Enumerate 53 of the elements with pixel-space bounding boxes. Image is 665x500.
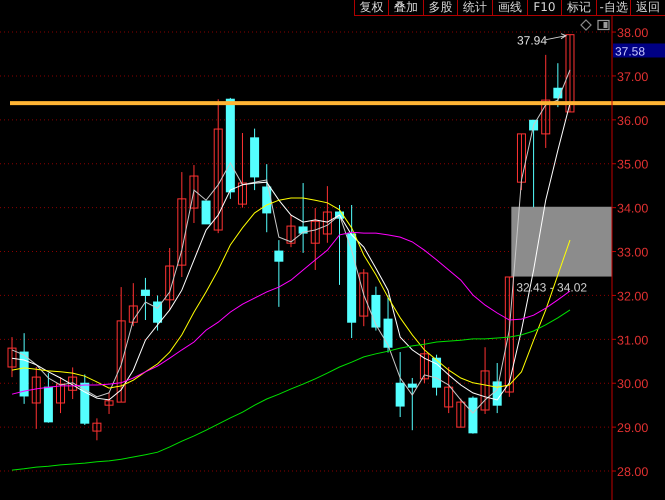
axis-label: 30.00 [617,377,648,392]
candlestick [68,366,78,400]
axis-label: 31.00 [617,333,648,348]
price-label: 37.94 [516,34,547,48]
candlestick [444,366,454,414]
diamond-icon[interactable] [580,19,592,31]
candlestick [140,277,150,321]
candlestick [468,396,478,434]
candlestick [56,376,66,414]
candlestick [153,294,162,332]
axis-label: 34.00 [617,202,648,216]
candlestick [432,354,442,396]
candlestick [8,336,16,378]
candlestick [128,282,138,327]
candlestick [359,268,368,327]
candlestick [250,128,260,191]
panel-icon[interactable] [597,20,610,30]
candlestick [420,338,429,384]
candlestick [456,398,466,428]
candlestick [92,418,102,441]
candlestick [189,164,198,224]
candlestick [480,346,490,414]
leader-arrow [545,33,568,40]
axis-label: 29.00 [617,421,648,436]
candlestick [286,214,296,248]
axis-label: 32.00 [617,289,648,304]
candlestick [384,294,393,353]
candlestick [80,374,90,426]
axis-label: 28.00 [617,465,648,480]
candlestick [553,62,562,108]
candlestick [371,286,380,332]
axis-label: 37.00 [617,70,648,84]
candlestick [492,362,502,414]
candlestick [408,377,417,431]
candlestick [322,186,332,244]
candlestick [516,133,526,191]
candlestick [396,352,405,418]
candlestick [104,392,114,414]
candlestick [165,248,174,310]
axis-label: 38.00 [617,26,648,40]
candlestick [262,164,272,233]
candlestick [32,366,41,430]
candlestick [20,332,29,404]
candlestick [202,200,211,224]
price-tag: 37.58 [613,43,665,58]
candlestick [274,240,284,308]
candlestick [44,372,53,424]
axis-label: 36.00 [617,114,648,128]
candlestick [310,208,320,270]
candlestick [298,182,308,254]
axis-label: 35.00 [617,158,648,172]
axis-label: 33.00 [617,246,648,260]
toolbar-button[interactable]: -自选 [596,0,630,15]
